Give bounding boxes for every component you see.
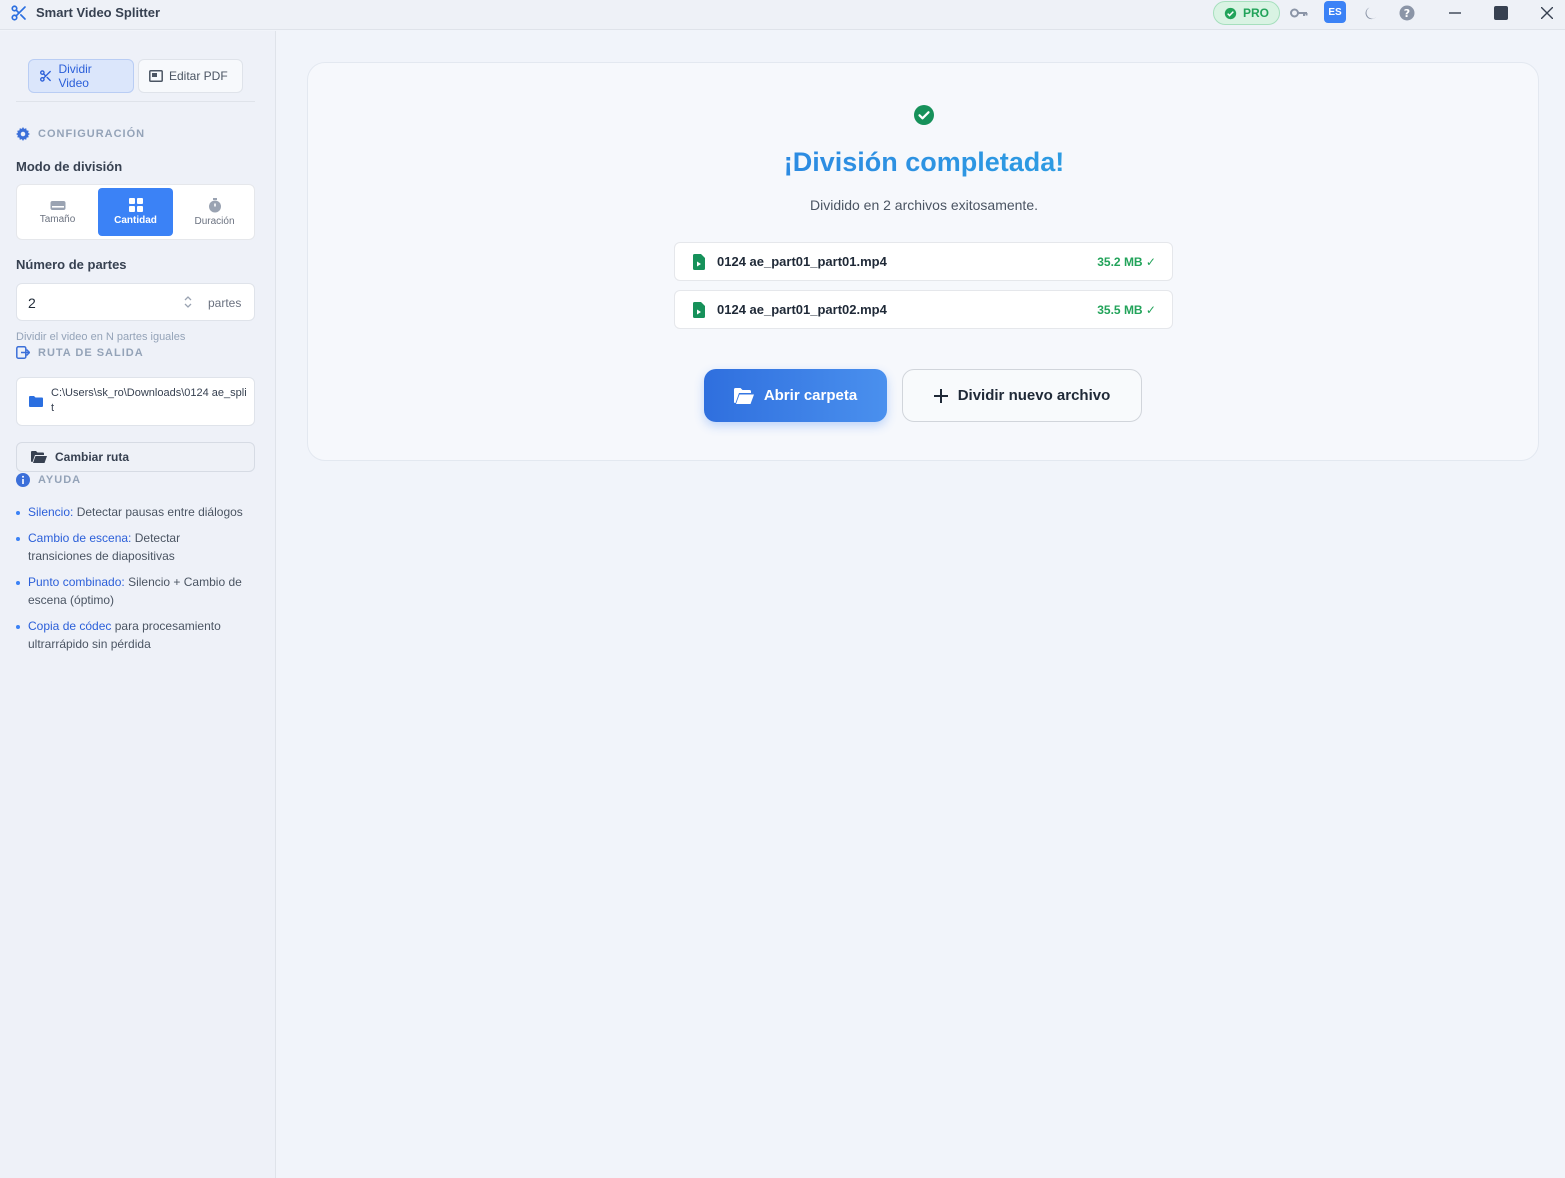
file-size: 35.5 MB ✓ [1097, 303, 1156, 317]
folder-icon [29, 396, 43, 407]
maximize-button[interactable] [1490, 2, 1512, 24]
maximize-icon [1494, 6, 1508, 20]
file-size: 35.2 MB ✓ [1097, 255, 1156, 269]
open-folder-button[interactable]: Abrir carpeta [704, 369, 887, 422]
change-path-button[interactable]: Cambiar ruta [16, 442, 255, 472]
tab-edit-pdf[interactable]: Editar PDF [138, 59, 243, 93]
help-item: Punto combinado: Silencio + Cambio de es… [16, 573, 246, 609]
help-heading-label: AYUDA [38, 474, 82, 486]
close-button[interactable] [1536, 2, 1558, 24]
license-key-button[interactable] [1288, 2, 1310, 24]
svg-text:?: ? [1404, 7, 1410, 20]
key-icon [1290, 8, 1308, 18]
video-file-icon [693, 254, 705, 270]
help-item: Silencio: Detectar pausas entre diálogos [16, 503, 246, 521]
change-path-label: Cambiar ruta [55, 450, 130, 464]
output-icon [16, 346, 30, 359]
info-icon [16, 473, 30, 487]
tab-label: Editar PDF [169, 69, 228, 83]
stopwatch-icon [208, 197, 221, 212]
help-item: Cambio de escena: Detectar transiciones … [16, 529, 246, 565]
mode-count-button[interactable]: Cantidad [98, 188, 173, 236]
scissors-icon [11, 5, 26, 21]
gear-icon [16, 127, 30, 141]
file-row: 0124 ae_part01_part01.mp4 35.2 MB ✓ [674, 242, 1173, 281]
help-keyword: Copia de códec [28, 619, 112, 633]
config-heading: CONFIGURACIÓN [16, 127, 145, 141]
mode-duration-button[interactable]: Duración [176, 188, 253, 236]
split-new-label: Dividir nuevo archivo [957, 387, 1111, 404]
minimize-button[interactable] [1444, 2, 1466, 24]
pro-badge[interactable]: PRO [1213, 1, 1280, 25]
help-item: Copia de códec para procesamiento ultrar… [16, 617, 246, 653]
pdf-icon [149, 70, 163, 82]
video-file-icon [693, 302, 705, 318]
drive-icon [50, 201, 65, 210]
tab-split-video[interactable]: Dividir Video [28, 59, 134, 93]
divider [16, 101, 255, 102]
parts-label: Número de partes [16, 257, 127, 272]
split-new-file-button[interactable]: Dividir nuevo archivo [902, 369, 1142, 422]
mode-size-button[interactable]: Tamaño [20, 188, 95, 236]
title-bar: Smart Video Splitter PRO ES ? [0, 0, 1565, 30]
check-circle-icon [914, 105, 934, 125]
mode-label: Modo de división [16, 159, 123, 174]
close-icon [1541, 7, 1553, 19]
parts-hint: Dividir el video en N partes iguales [16, 331, 186, 343]
open-folder-label: Abrir carpeta [763, 387, 858, 404]
parts-number-input[interactable]: 2 partes [16, 283, 255, 321]
app-title: Smart Video Splitter [36, 5, 161, 20]
output-path-box: C:\Users\sk_ro\Downloads\0124 ae_split [16, 377, 255, 426]
output-path: C:\Users\sk_ro\Downloads\0124 ae_split [51, 387, 247, 414]
help-keyword: Silencio: [28, 505, 74, 519]
mode-selector: Tamaño Cantidad Duración [16, 184, 255, 240]
language-button[interactable]: ES [1324, 1, 1346, 23]
help-keyword: Cambio de escena: [28, 531, 132, 545]
help-keyword: Punto combinado: [28, 575, 125, 589]
output-heading: RUTA DE SALIDA [16, 346, 144, 359]
spinner-arrows-icon[interactable] [183, 295, 193, 309]
file-name: 0124 ae_part01_part02.mp4 [717, 302, 887, 317]
mode-label-duration: Duración [194, 215, 235, 227]
parts-unit: partes [208, 296, 242, 310]
help-button[interactable]: ? [1396, 2, 1418, 24]
moon-icon [1365, 7, 1377, 20]
pro-label: PRO [1242, 6, 1269, 20]
scissors-icon [40, 70, 51, 82]
help-heading: AYUDA [16, 473, 81, 487]
file-name: 0124 ae_part01_part01.mp4 [717, 254, 887, 269]
help-text: Detectar pausas entre diálogos [73, 505, 243, 519]
verified-icon [1224, 7, 1237, 19]
mode-label-count: Cantidad [114, 215, 157, 226]
output-heading-label: RUTA DE SALIDA [38, 346, 144, 359]
result-subtitle: Dividido en 2 archivos exitosamente. [809, 197, 1038, 213]
help-icon: ? [1399, 5, 1415, 21]
file-row: 0124 ae_part01_part02.mp4 35.5 MB ✓ [674, 290, 1173, 329]
mode-label-size: Tamaño [39, 214, 76, 225]
theme-toggle-button[interactable] [1360, 2, 1382, 24]
minimize-icon [1449, 12, 1461, 14]
plus-icon [933, 388, 948, 403]
tab-label: Dividir Video [58, 62, 92, 90]
sidebar: Dividir Video Editar PDF CONFIGURACIÓN M… [0, 31, 276, 1178]
folder-open-icon [733, 387, 754, 404]
grid-icon [128, 198, 143, 212]
config-heading-label: CONFIGURACIÓN [38, 128, 146, 140]
result-card: ¡División completada! Dividido en 2 arch… [307, 62, 1539, 461]
help-list: Silencio: Detectar pausas entre diálogos… [16, 503, 246, 661]
result-title: ¡División completada! [308, 147, 1540, 178]
folder-open-icon [31, 451, 47, 463]
parts-value: 2 [28, 295, 36, 311]
